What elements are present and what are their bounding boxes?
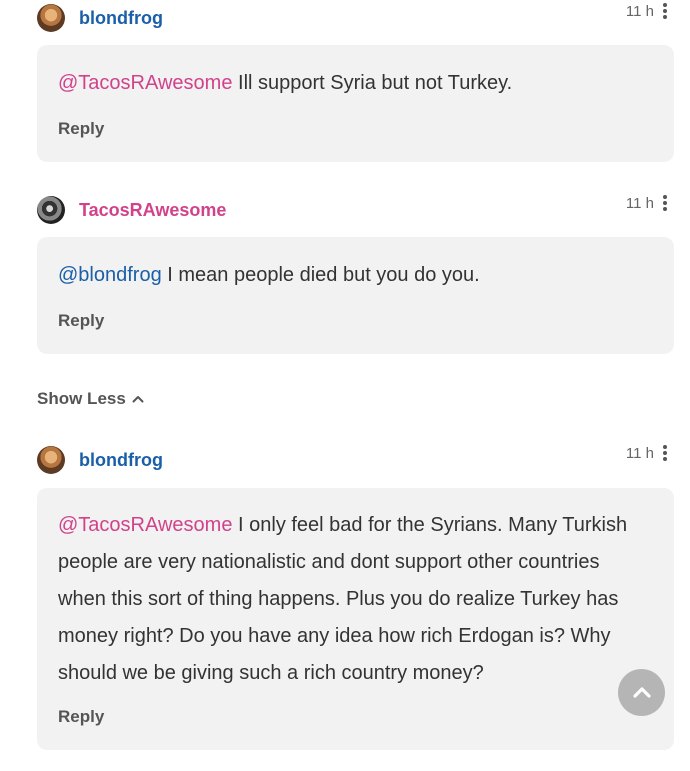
comment: blondfrog 11 h @TacosRAwesome Ill suppor… (0, 0, 690, 162)
reply-button[interactable]: Reply (58, 311, 104, 331)
timestamp: 11 h (625, 445, 654, 462)
mention-link[interactable]: @blondfrog (58, 264, 162, 286)
comment-bubble: @TacosRAwesome I only feel bad for the S… (37, 488, 674, 750)
vertical-dots-icon[interactable] (660, 193, 670, 213)
avatar[interactable] (37, 4, 65, 32)
timestamp: 11 h (625, 3, 654, 20)
username[interactable]: blondfrog (79, 450, 163, 471)
comment: blondfrog 11 h @TacosRAwesome I only fee… (0, 441, 690, 750)
comment-bubble: @TacosRAwesome Ill support Syria but not… (37, 45, 674, 162)
mention-link[interactable]: @TacosRAwesome (58, 72, 232, 94)
chevron-up-icon (132, 396, 144, 403)
show-less-button[interactable]: Show Less (37, 389, 144, 409)
comment-text: @TacosRAwesome Ill support Syria but not… (58, 72, 513, 94)
reply-button[interactable]: Reply (58, 119, 104, 139)
chevron-up-icon (632, 686, 651, 698)
comment-header: blondfrog 11 h (0, 441, 690, 481)
avatar[interactable] (37, 196, 65, 224)
reply-button[interactable]: Reply (58, 707, 104, 727)
comment-header: TacosRAwesome 11 h (0, 192, 690, 232)
avatar[interactable] (37, 446, 65, 474)
mention-link[interactable]: @TacosRAwesome (58, 514, 232, 536)
username[interactable]: blondfrog (79, 8, 163, 29)
comment-header: blondfrog 11 h (0, 0, 690, 40)
comment-text: @blondfrog I mean people died but you do… (58, 264, 480, 286)
comment: TacosRAwesome 11 h @blondfrog I mean peo… (0, 192, 690, 354)
scroll-to-top-button[interactable] (618, 669, 665, 716)
comment-text: @TacosRAwesome I only feel bad for the S… (58, 514, 628, 684)
username[interactable]: TacosRAwesome (79, 200, 226, 221)
timestamp: 11 h (625, 195, 654, 212)
vertical-dots-icon[interactable] (660, 1, 670, 21)
show-less-label: Show Less (37, 389, 126, 408)
vertical-dots-icon[interactable] (660, 443, 670, 463)
comment-bubble: @blondfrog I mean people died but you do… (37, 237, 674, 354)
